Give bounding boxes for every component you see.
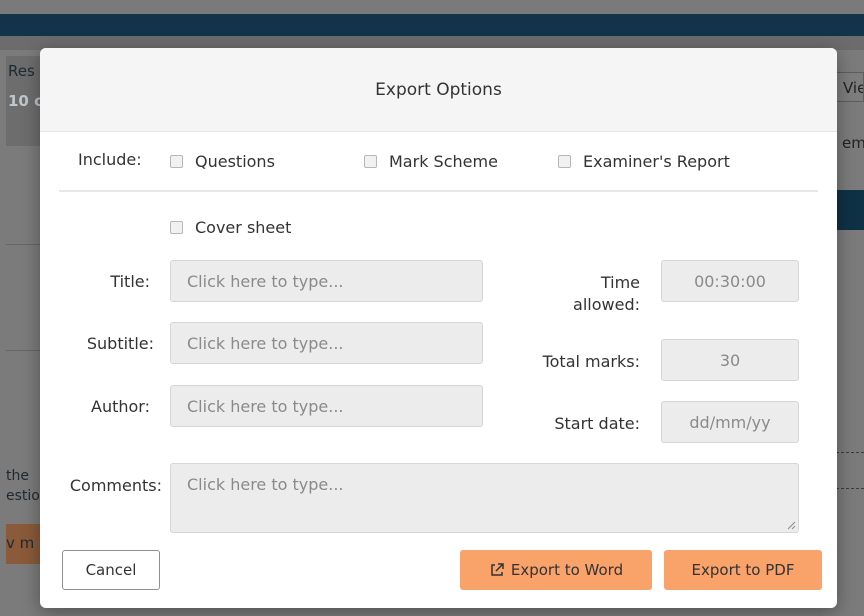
subtitle-input[interactable]: Click here to type... [170,322,483,364]
start-date-label: Start date: [554,414,640,433]
cover-sheet-checkbox[interactable]: Cover sheet [170,218,291,237]
time-allowed-label: Time allowed: [573,273,640,314]
examiners-report-checkbox-label: Examiner's Report [583,152,730,171]
mark-scheme-checkbox[interactable]: Mark Scheme [364,152,498,171]
time-allowed-input[interactable]: 00:30:00 [661,260,799,302]
app-top-bar [0,14,864,36]
modal-header: Export Options [40,48,837,132]
modal-title: Export Options [375,80,502,100]
background-right-bar [836,190,864,230]
checkbox-box[interactable] [170,155,183,168]
export-to-word-button[interactable]: Export to Word [460,550,652,590]
comments-textarea[interactable]: Click here to type... [170,463,799,533]
include-options-row: Include: Questions Mark Scheme Examiner'… [40,142,837,192]
questions-checkbox[interactable]: Questions [170,152,275,171]
include-label: Include: [78,150,142,169]
background-right-fragment: em [842,134,864,152]
title-label: Title: [110,272,150,291]
comments-label: Comments: [69,476,162,495]
resize-grip-icon[interactable] [786,520,796,530]
checkbox-box[interactable] [170,221,183,234]
questions-checkbox-label: Questions [195,152,275,171]
external-link-icon [491,563,504,576]
total-marks-input[interactable]: 30 [661,339,799,381]
title-input[interactable]: Click here to type... [170,260,483,302]
subtitle-label: Subtitle: [86,334,154,353]
cancel-button[interactable]: Cancel [62,550,160,590]
total-marks-label: Total marks: [542,352,640,371]
cover-sheet-label: Cover sheet [195,218,292,237]
examiners-report-checkbox[interactable]: Examiner's Report [558,152,730,171]
mark-scheme-checkbox-label: Mark Scheme [389,152,498,171]
author-label: Author: [91,397,150,416]
export-to-pdf-button[interactable]: Export to PDF [664,550,822,590]
checkbox-box[interactable] [558,155,571,168]
comments-placeholder: Click here to type... [187,475,344,494]
background-view-button: Vie [834,72,864,102]
author-input[interactable]: Click here to type... [170,385,483,427]
export-options-modal: Export Options Include: Questions Mark S… [40,48,837,608]
section-divider [59,190,818,192]
background-dotted-line [836,488,864,489]
background-orange-button: v m [6,524,40,564]
start-date-input[interactable]: dd/mm/yy [661,401,799,443]
checkbox-box[interactable] [364,155,377,168]
export-to-word-label: Export to Word [510,561,624,579]
background-dotted-line [836,452,864,453]
